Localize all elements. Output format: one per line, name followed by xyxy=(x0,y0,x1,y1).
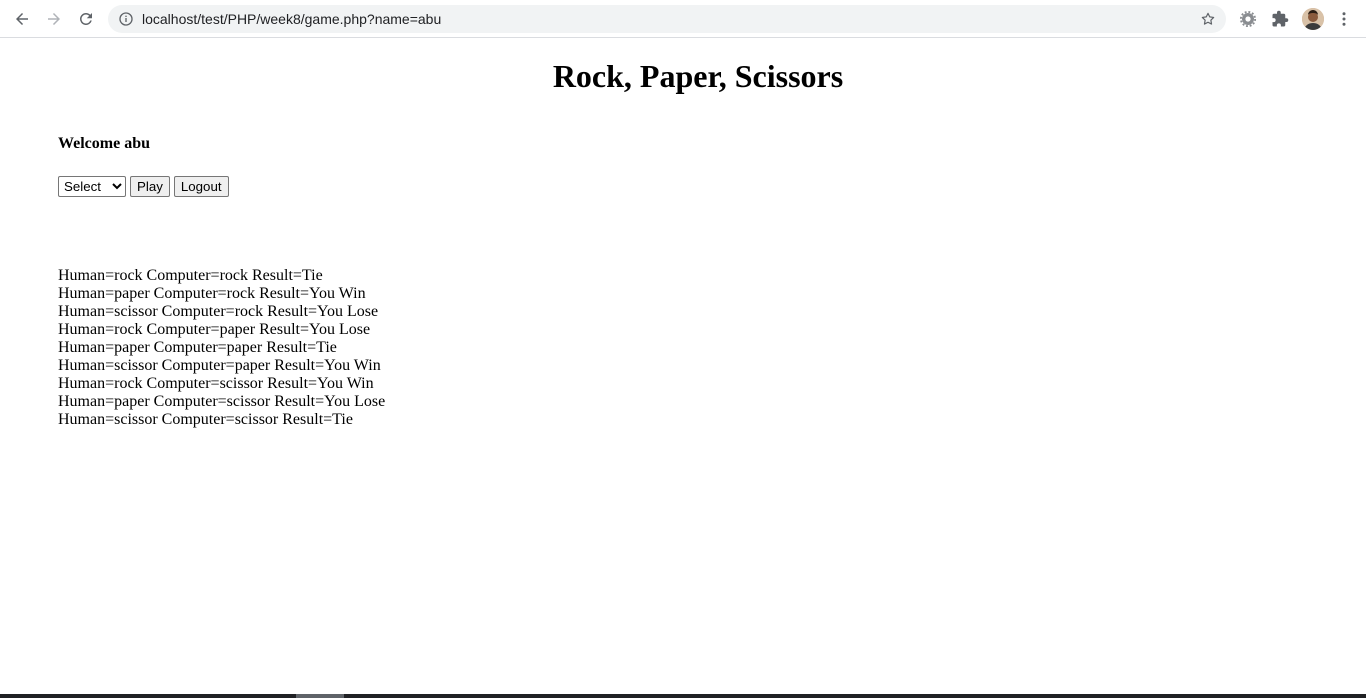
results-list: Human=rock Computer=rock Result=Tie Huma… xyxy=(58,267,385,429)
arrow-right-icon xyxy=(48,13,60,25)
puzzle-icon xyxy=(1272,10,1289,27)
play-button[interactable]: Play xyxy=(130,176,170,197)
star-icon[interactable] xyxy=(1200,11,1216,27)
logout-button[interactable]: Logout xyxy=(173,176,229,197)
kebab-menu-icon xyxy=(1342,12,1346,26)
url-text[interactable]: localhost/test/PHP/week8/game.php?name=a… xyxy=(142,5,441,33)
result-line: Human=paper Computer=paper Result=Tie xyxy=(58,339,337,356)
extension-gear-button[interactable] xyxy=(1236,7,1260,31)
info-icon[interactable] xyxy=(118,11,134,27)
result-line: Human=rock Computer=rock Result=Tie xyxy=(58,267,323,284)
gear-icon xyxy=(1239,10,1257,28)
result-line: Human=scissor Computer=paper Result=You … xyxy=(58,357,381,374)
welcome-message: Welcome abu xyxy=(58,135,150,152)
back-button[interactable] xyxy=(7,4,37,34)
extensions-button[interactable] xyxy=(1268,7,1292,31)
taskbar-active-indicator xyxy=(296,694,344,698)
avatar[interactable] xyxy=(1302,8,1324,30)
result-line: Human=rock Computer=paper Result=You Los… xyxy=(58,321,371,338)
result-line: Human=rock Computer=scissor Result=You W… xyxy=(58,375,374,392)
browser-menu-button[interactable] xyxy=(1332,7,1356,31)
browser-toolbar: localhost/test/PHP/week8/game.php?name=a… xyxy=(0,0,1366,38)
forward-button[interactable] xyxy=(39,4,69,34)
result-line: Human=scissor Computer=rock Result=You L… xyxy=(58,303,379,320)
profile-picture xyxy=(1302,8,1324,30)
taskbar-edge xyxy=(0,694,1366,698)
address-bar[interactable]: localhost/test/PHP/week8/game.php?name=a… xyxy=(108,5,1226,33)
choice-select[interactable]: Select xyxy=(58,176,126,197)
page-title: Rock, Paper, Scissors xyxy=(552,58,844,94)
reload-icon xyxy=(79,12,92,25)
result-line: Human=paper Computer=rock Result=You Win xyxy=(58,285,366,302)
result-line: Human=paper Computer=scissor Result=You … xyxy=(58,393,386,410)
reload-button[interactable] xyxy=(71,4,101,34)
arrow-left-icon xyxy=(16,13,28,25)
game-form: Select Play Logout xyxy=(58,176,229,197)
result-line: Human=scissor Computer=scissor Result=Ti… xyxy=(58,411,353,428)
